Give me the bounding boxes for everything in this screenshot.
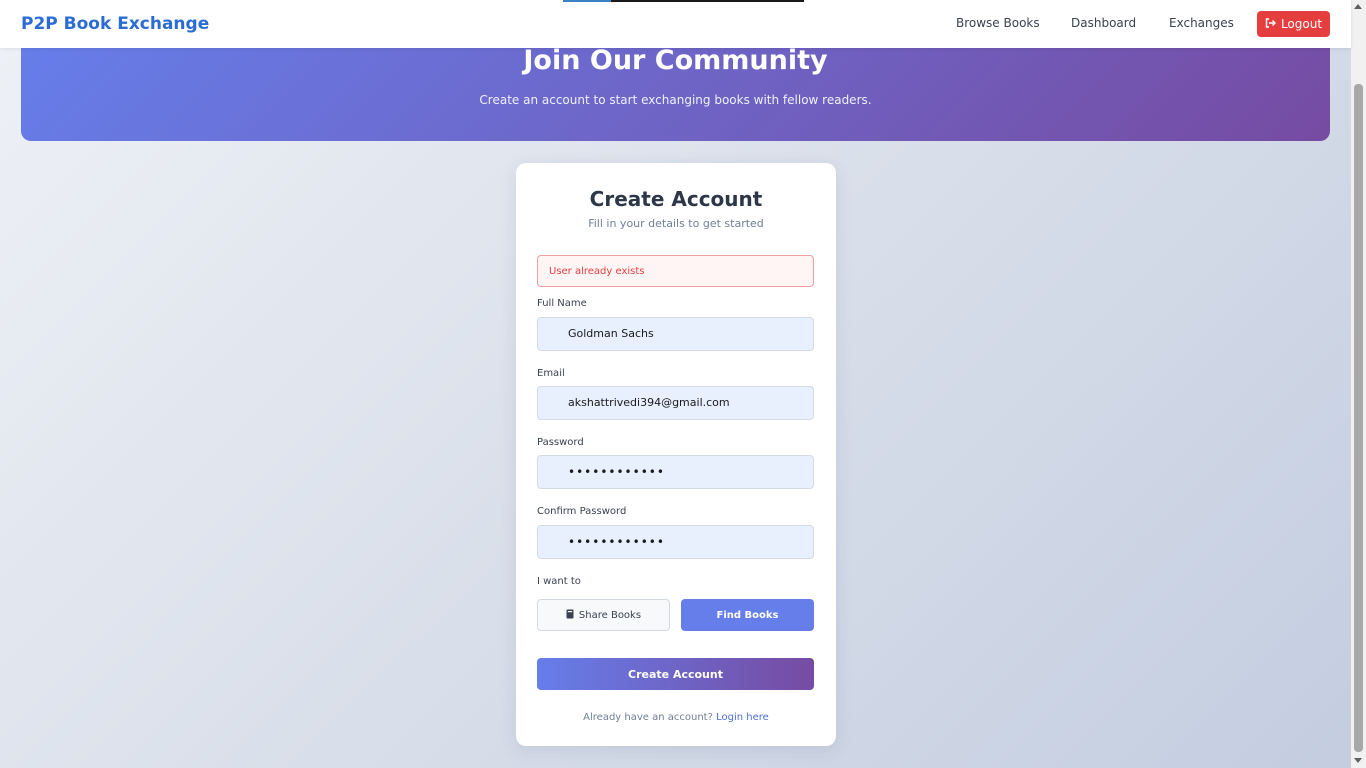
create-account-button[interactable]: Create Account (537, 658, 814, 690)
confirm-password-label: Confirm Password (537, 506, 627, 517)
scrollbar-thumb[interactable] (1354, 84, 1363, 752)
find-books-label: Find Books (716, 609, 779, 621)
role-label: I want to (537, 576, 581, 587)
top-navbar: P2P Book Exchange Browse Books Dashboard… (0, 0, 1351, 48)
password-label: Password (537, 437, 584, 448)
brand-logo[interactable]: P2P Book Exchange (21, 14, 209, 34)
sign-out-icon (1265, 18, 1276, 30)
confirm-password-input[interactable]: •••••••••••• (537, 525, 814, 559)
form-title: Create Account (589, 187, 763, 211)
password-input[interactable]: •••••••••••• (537, 455, 814, 489)
logout-button[interactable]: Logout (1257, 11, 1330, 37)
full-name-input[interactable]: Goldman Sachs (537, 317, 814, 351)
hero-subtitle: Create an account to start exchanging bo… (479, 93, 872, 107)
signup-card: Create Account Fill in your details to g… (516, 163, 836, 746)
nav-link-exchanges[interactable]: Exchanges (1169, 16, 1234, 30)
share-books-label: Share Books (578, 609, 642, 621)
page-progress-bar (563, 0, 804, 2)
logout-label: Logout (1280, 17, 1323, 31)
scroll-up-icon[interactable] (1354, 4, 1362, 9)
error-alert: User already exists (537, 255, 814, 287)
nav-link-dashboard[interactable]: Dashboard (1071, 16, 1136, 30)
login-prompt: Already have an account? Login here (516, 712, 836, 723)
nav-link-browse-books[interactable]: Browse Books (956, 16, 1040, 30)
hero-title: Join Our Community (523, 45, 828, 76)
form-subtitle: Fill in your details to get started (588, 217, 764, 230)
login-prompt-text: Already have an account? (583, 712, 713, 723)
book-icon (566, 609, 574, 622)
share-books-button[interactable]: Share Books (537, 599, 670, 631)
page-scrollbar[interactable] (1351, 0, 1366, 768)
email-label: Email (537, 368, 565, 379)
email-input[interactable]: akshattrivedi394@gmail.com (537, 386, 814, 420)
page-progress-fill (563, 0, 612, 2)
scroll-down-icon[interactable] (1354, 758, 1362, 763)
login-link[interactable]: Login here (716, 712, 769, 723)
find-books-button[interactable]: Find Books (681, 599, 814, 631)
hero-banner: Join Our Community Create an account to … (21, 40, 1330, 141)
full-name-label: Full Name (537, 298, 587, 309)
